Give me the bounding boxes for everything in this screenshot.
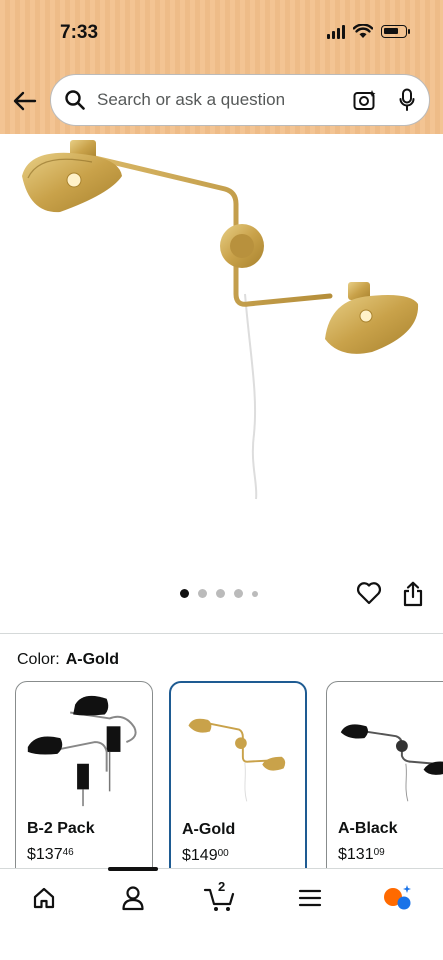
cellular-signal-icon [327, 24, 345, 39]
price-dollars: $137 [27, 846, 63, 863]
cart-icon [203, 888, 235, 911]
assistant-icon [384, 885, 411, 910]
price-cents: 09 [373, 847, 385, 858]
swatch-price: $13746 [27, 846, 74, 864]
color-swatch-a-gold[interactable]: A-Gold $14900 [169, 681, 307, 881]
color-swatch-a-black[interactable]: A-Black $13109 [326, 681, 443, 881]
color-swatch-b-2-pack[interactable]: B-2 Pack $13746 [15, 681, 153, 881]
wifi-icon [353, 24, 373, 38]
swatch-image [188, 718, 286, 802]
battery-icon [381, 25, 410, 38]
pager-dot[interactable] [216, 589, 225, 598]
nav-menu[interactable] [290, 883, 330, 913]
wishlist-button[interactable] [356, 581, 382, 607]
back-arrow-icon [13, 91, 37, 111]
divider [0, 633, 443, 634]
price-cents: 46 [62, 847, 74, 858]
nav-account[interactable] [113, 883, 153, 913]
status-icons [327, 24, 410, 39]
share-icon [403, 581, 423, 607]
search-bar[interactable]: Search or ask a question [50, 74, 430, 126]
swatch-name: A-Gold [182, 821, 236, 838]
pager-dot[interactable] [198, 589, 207, 598]
back-button[interactable] [10, 86, 40, 116]
search-icon [65, 90, 85, 110]
price-dollars: $131 [338, 846, 374, 863]
search-input[interactable]: Search or ask a question [97, 90, 353, 110]
header: 7:33 Search or ask a question [0, 0, 443, 134]
swatch-name: B-2 Pack [27, 820, 95, 837]
camera-search-icon[interactable] [353, 89, 377, 111]
microphone-icon[interactable] [399, 88, 415, 112]
product-image[interactable] [0, 134, 443, 574]
nav-rufus-assistant[interactable] [378, 883, 418, 913]
share-button[interactable] [402, 581, 426, 607]
active-tab-indicator [108, 867, 158, 871]
nav-cart[interactable] [200, 883, 240, 913]
home-icon [33, 887, 55, 909]
swatch-price: $14900 [182, 847, 229, 865]
nav-home[interactable] [24, 883, 64, 913]
image-pager[interactable] [180, 589, 258, 598]
pager-dot[interactable] [180, 589, 189, 598]
heart-icon [356, 582, 382, 605]
status-time: 7:33 [60, 22, 99, 43]
color-selection-label: Color: A-Gold [17, 651, 119, 669]
color-value: A-Gold [65, 651, 120, 668]
pager-dot[interactable] [252, 590, 258, 597]
swatch-image [27, 695, 137, 807]
swatch-price: $13109 [338, 846, 385, 864]
swatch-name: A-Black [338, 820, 398, 837]
color-label: Color: [17, 651, 60, 668]
bottom-navigation: 2 [0, 867, 443, 960]
menu-icon [298, 889, 322, 907]
pager-dot[interactable] [234, 589, 243, 598]
price-cents: 00 [217, 848, 229, 859]
price-dollars: $149 [182, 847, 218, 864]
account-icon [122, 886, 144, 911]
swatch-image [340, 724, 443, 802]
